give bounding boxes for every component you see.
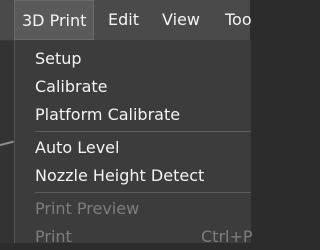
menu-view[interactable]: View <box>162 0 200 40</box>
menu-item-print-label: Print <box>35 227 72 246</box>
menu-item-calibrate[interactable]: Calibrate <box>15 73 251 100</box>
menu-item-print-shortcut: Ctrl+P <box>201 227 253 246</box>
menu-tools[interactable]: Too <box>225 0 252 40</box>
menu-item-setup-label: Setup <box>35 49 82 68</box>
menu-view-label: View <box>162 10 200 29</box>
menu-item-print-preview-label: Print Preview <box>35 199 140 218</box>
menu-item-nozzle-height-detect[interactable]: Nozzle Height Detect <box>15 162 251 189</box>
menu-item-print-preview[interactable]: Print Preview <box>15 195 251 222</box>
menu-3d-print-label: 3D Print <box>22 11 87 30</box>
menu-bar: 3D Print Edit View Too <box>0 0 252 41</box>
menu-item-calibrate-label: Calibrate <box>35 77 108 96</box>
menu-3d-print[interactable]: 3D Print <box>14 0 94 40</box>
menu-edit[interactable]: Edit <box>108 0 139 40</box>
3d-print-dropdown-menu: Setup Calibrate Platform Calibrate Auto … <box>14 40 253 246</box>
menu-item-nozzle-height-detect-label: Nozzle Height Detect <box>35 166 205 185</box>
menu-item-auto-level-label: Auto Level <box>35 138 120 157</box>
menu-item-print[interactable]: Print Ctrl+P <box>15 223 253 250</box>
menu-separator <box>35 192 251 193</box>
menu-separator <box>35 131 251 132</box>
menu-edit-label: Edit <box>108 10 139 29</box>
menu-item-setup[interactable]: Setup <box>15 45 251 72</box>
menu-tools-label: Too <box>225 10 252 29</box>
menu-item-platform-calibrate-label: Platform Calibrate <box>35 105 181 124</box>
menu-item-auto-level[interactable]: Auto Level <box>15 134 251 161</box>
menu-item-platform-calibrate[interactable]: Platform Calibrate <box>15 101 251 128</box>
